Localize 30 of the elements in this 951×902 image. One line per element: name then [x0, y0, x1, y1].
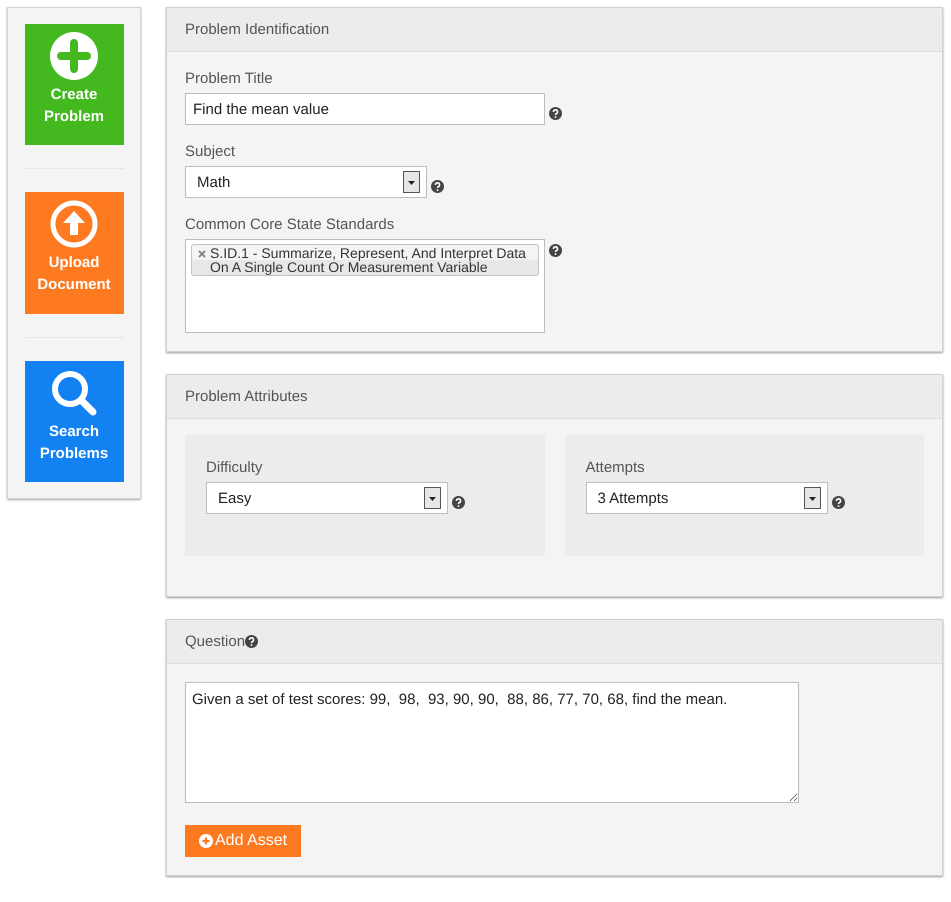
question-textarea[interactable]: Given a set of test scores: 99, 98, 93, 90, 90, 88, 86, 77, 70, 68, find the mean. [185, 682, 799, 803]
title-input[interactable]: Find the mean value [185, 93, 545, 125]
field-label: Common Core State Standards [185, 216, 396, 233]
search-icon [50, 368, 98, 417]
dropdown-caret-icon[interactable] [804, 487, 820, 509]
field-label: Difficulty [206, 459, 264, 476]
subject-select[interactable]: Math [185, 166, 427, 198]
dropdown-caret-icon[interactable] [424, 487, 441, 509]
plus-circle-icon [50, 32, 98, 80]
attribute-select[interactable]: 3 Attempts [586, 482, 828, 514]
field-label: Attempts [586, 459, 646, 476]
standards-field[interactable]: S.ID.1 - Summarize, Represent, And Interpret Data On A Single Count Or Measurement Variable [185, 239, 545, 333]
help-icon[interactable] [245, 635, 258, 648]
plus-circle-icon [199, 834, 213, 848]
remove-icon[interactable] [198, 250, 206, 258]
help-icon[interactable] [549, 244, 562, 257]
field-label: Subject [185, 143, 236, 160]
panel-title: Problem Identification [185, 21, 330, 38]
standard-tag[interactable]: S.ID.1 - Summarize, Represent, And Interpret Data On A Single Count Or Measurement Variable [191, 244, 539, 276]
help-icon[interactable] [549, 107, 562, 120]
upload-icon [50, 200, 98, 248]
help-icon[interactable] [431, 180, 444, 193]
panel-title: Problem Attributes [185, 388, 308, 405]
attribute-select[interactable]: Easy [206, 482, 448, 514]
dropdown-caret-icon[interactable] [403, 171, 420, 193]
help-icon[interactable] [832, 496, 844, 509]
field-label: Problem Title [185, 70, 274, 87]
help-icon[interactable] [452, 496, 465, 509]
sidebar-button[interactable]: Search Problems [24, 360, 124, 482]
panel-title: Question [185, 633, 246, 650]
